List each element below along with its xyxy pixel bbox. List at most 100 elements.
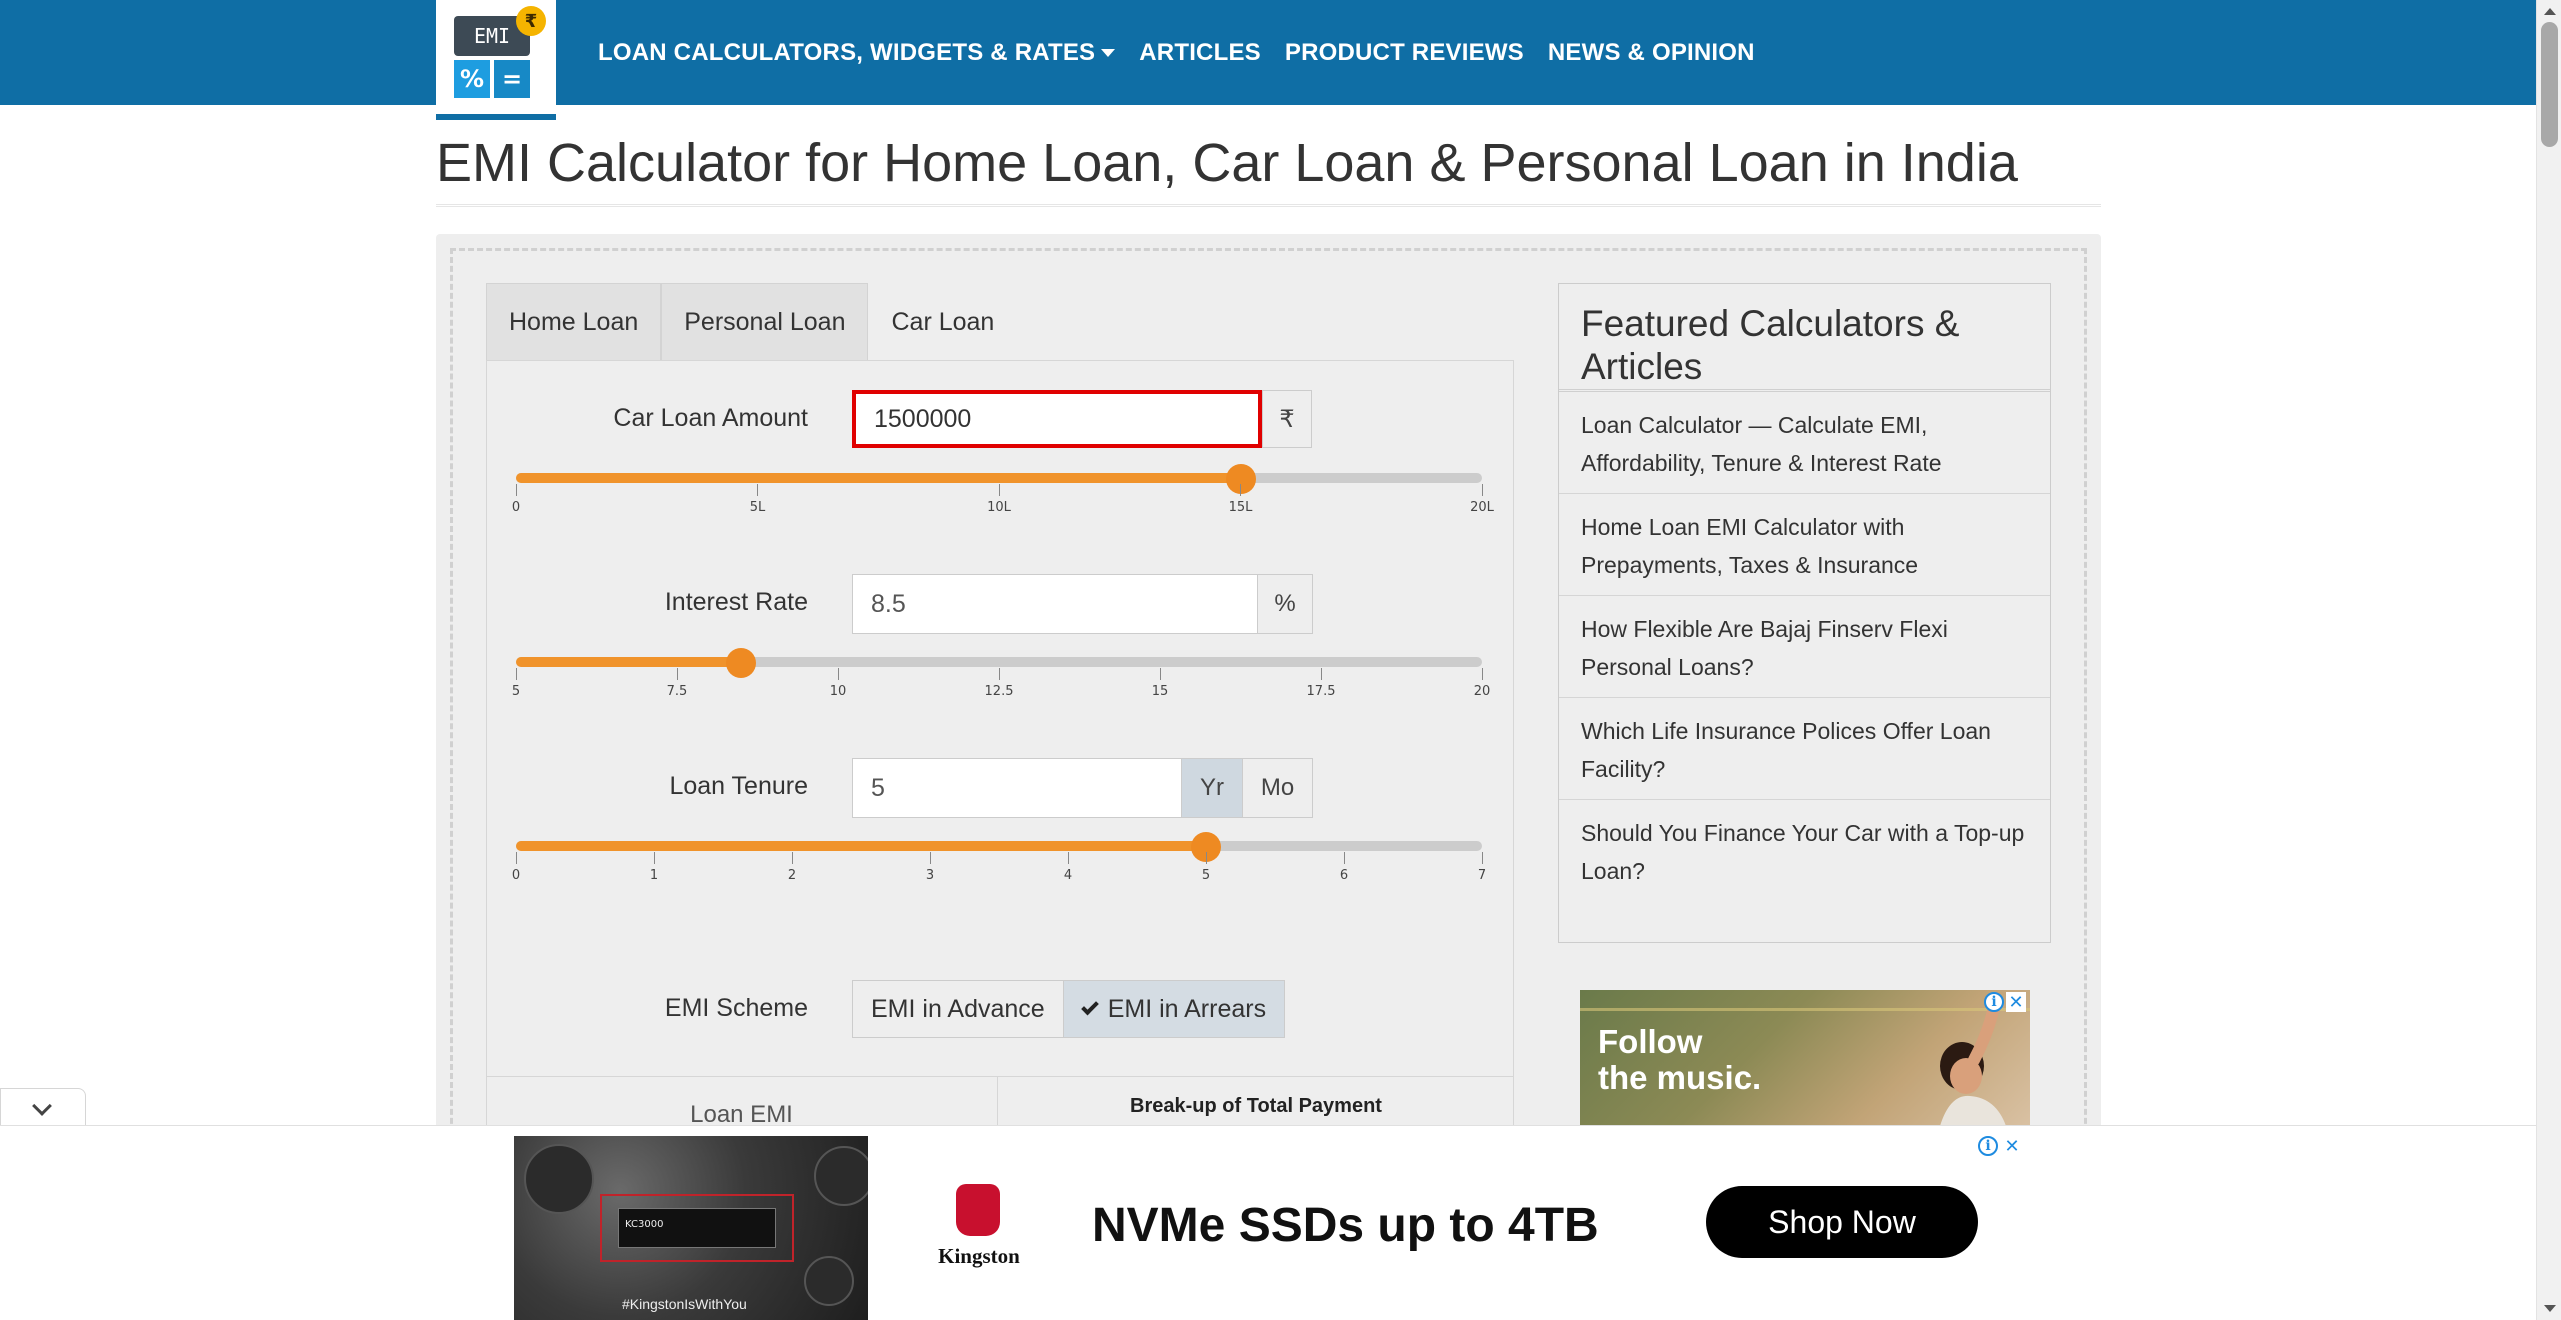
slider-tick-label: 0 bbox=[511, 500, 521, 515]
tenure-month-toggle[interactable]: Mo bbox=[1242, 758, 1313, 818]
slider-tick bbox=[515, 668, 517, 680]
page-scrollbar[interactable] bbox=[2536, 0, 2561, 1320]
ad-collapse-button[interactable] bbox=[0, 1088, 86, 1126]
slider-tick-label: 4 bbox=[1063, 868, 1073, 883]
slider-tick bbox=[1481, 852, 1483, 864]
tab-home-loan[interactable]: Home Loan bbox=[486, 283, 662, 361]
loan-amount-label: Car Loan Amount bbox=[613, 404, 808, 432]
kingston-head-icon bbox=[956, 1184, 1000, 1236]
featured-title: Featured Calculators & Articles bbox=[1559, 284, 2050, 392]
loan-amount-slider[interactable]: 0 5L 10L 15L 20L bbox=[512, 464, 1494, 524]
slider-tick-label: 1 bbox=[649, 868, 659, 883]
ssd-label: KC3000 bbox=[625, 1219, 664, 1230]
featured-link[interactable]: Which Life Insurance Polices Offer Loan … bbox=[1559, 698, 2050, 800]
nav-links: LOAN CALCULATORS, WIDGETS & RATES ARTICL… bbox=[598, 0, 1755, 105]
slider-tick-label: 10 bbox=[829, 684, 847, 699]
scroll-up-arrow-icon[interactable] bbox=[2544, 8, 2556, 15]
slider-tick bbox=[1320, 668, 1322, 680]
rupee-coin-icon: ₹ bbox=[516, 6, 546, 36]
slider-tick bbox=[1481, 668, 1483, 680]
nav-link-calculators-label: LOAN CALCULATORS, WIDGETS & RATES bbox=[598, 38, 1096, 66]
emi-in-arrears-label: EMI in Arrears bbox=[1107, 994, 1267, 1023]
ad-info-icon[interactable]: i bbox=[1978, 1136, 1998, 1156]
emi-in-advance-option[interactable]: EMI in Advance bbox=[852, 980, 1064, 1038]
tab-car-loan[interactable]: Car Loan bbox=[868, 283, 1018, 361]
caret-down-icon bbox=[1101, 48, 1116, 57]
top-navbar: EMI ₹ % = LOAN CALCULATORS, WIDGETS & RA… bbox=[0, 0, 2536, 120]
ad-info-icon[interactable]: i bbox=[1984, 992, 2004, 1012]
slider-fill bbox=[516, 473, 1241, 483]
loan-amount-input[interactable] bbox=[852, 390, 1262, 448]
bottom-advertisement[interactable]: KC3000 #KingstonIsWithYou Kingston NVMe … bbox=[514, 1136, 2022, 1320]
loan-tenure-label: Loan Tenure bbox=[669, 772, 808, 800]
interest-rate-input[interactable] bbox=[852, 574, 1258, 634]
ssd-product-photo: KC3000 #KingstonIsWithYou bbox=[514, 1136, 868, 1320]
slider-tick bbox=[1159, 668, 1161, 680]
slider-tick-label: 2 bbox=[787, 868, 797, 883]
slider-tick-label: 7.5 bbox=[666, 684, 688, 699]
kingston-logo: Kingston bbox=[934, 1184, 1024, 1284]
loan-tenure-input[interactable] bbox=[852, 758, 1182, 818]
decor-puck bbox=[524, 1144, 594, 1214]
slider-tick-label: 17.5 bbox=[1306, 684, 1336, 699]
side-ad-line1: Follow bbox=[1598, 1023, 1703, 1060]
nav-link-articles[interactable]: ARTICLES bbox=[1139, 39, 1261, 67]
slider-tick-label: 10L bbox=[987, 500, 1011, 515]
percent-unit-addon: % bbox=[1257, 574, 1313, 634]
slider-tick bbox=[791, 852, 793, 864]
side-advertisement[interactable]: Follow the music. i ✕ bbox=[1580, 990, 2030, 1126]
kingston-brand-name: Kingston bbox=[938, 1244, 1020, 1268]
slider-tick-label: 20L bbox=[1470, 500, 1494, 515]
slider-tick bbox=[837, 668, 839, 680]
side-ad-controls: i ✕ bbox=[1984, 992, 2026, 1013]
slider-tick bbox=[1481, 484, 1483, 496]
side-ad-line2: the music. bbox=[1598, 1059, 1762, 1096]
slider-tick bbox=[653, 852, 655, 864]
site-logo[interactable]: EMI ₹ % = bbox=[436, 0, 556, 120]
side-ad-headline: Follow the music. bbox=[1598, 1024, 1761, 1096]
featured-link[interactable]: Loan Calculator — Calculate EMI, Afforda… bbox=[1559, 392, 2050, 494]
slider-handle[interactable] bbox=[726, 648, 757, 678]
equals-key-icon: = bbox=[494, 60, 530, 98]
slider-tick-label: 6 bbox=[1339, 868, 1349, 883]
chevron-down-icon bbox=[32, 1096, 52, 1116]
emi-scheme-label: EMI Scheme bbox=[664, 994, 808, 1022]
slider-tick bbox=[1343, 852, 1345, 864]
nav-link-product-reviews[interactable]: PRODUCT REVIEWS bbox=[1285, 39, 1524, 67]
scroll-down-arrow-icon[interactable] bbox=[2544, 1305, 2556, 1312]
ssd-drive: KC3000 bbox=[618, 1208, 776, 1248]
shop-now-button[interactable]: Shop Now bbox=[1706, 1186, 1978, 1258]
ad-close-icon[interactable]: ✕ bbox=[2006, 992, 2026, 1013]
emi-in-arrears-option[interactable]: EMI in Arrears bbox=[1063, 980, 1286, 1038]
slider-tick-label: 3 bbox=[925, 868, 935, 883]
interest-rate-slider[interactable]: 5 7.5 10 12.5 15 17.5 20 bbox=[512, 648, 1490, 708]
ad-close-icon[interactable]: ✕ bbox=[2002, 1136, 2022, 1157]
slider-tick bbox=[929, 852, 931, 864]
bottom-ad-bar: KC3000 #KingstonIsWithYou Kingston NVMe … bbox=[0, 1125, 2536, 1320]
nav-link-calculators[interactable]: LOAN CALCULATORS, WIDGETS & RATES bbox=[598, 38, 1116, 67]
featured-link[interactable]: How Flexible Are Bajaj Finserv Flexi Per… bbox=[1559, 596, 2050, 698]
tab-personal-loan[interactable]: Personal Loan bbox=[661, 283, 869, 361]
loan-tenure-slider[interactable]: 0 1 2 3 4 5 6 7 bbox=[512, 832, 1486, 892]
slider-tick-label: 7 bbox=[1477, 868, 1487, 883]
emi-scheme-toggle: EMI in Advance EMI in Arrears bbox=[852, 980, 1286, 1038]
slider-tick bbox=[676, 668, 678, 680]
slider-tick-label: 0 bbox=[511, 868, 521, 883]
scrollbar-thumb[interactable] bbox=[2541, 22, 2558, 147]
slider-tick bbox=[515, 484, 517, 496]
slider-tick-label: 12.5 bbox=[984, 684, 1014, 699]
featured-sidebar: Featured Calculators & Articles Loan Cal… bbox=[1558, 283, 2051, 943]
featured-link[interactable]: Home Loan EMI Calculator with Prepayment… bbox=[1559, 494, 2050, 596]
slider-tick-label: 15L bbox=[1228, 500, 1253, 515]
slider-tick bbox=[1067, 852, 1069, 864]
decor-puck bbox=[804, 1256, 854, 1306]
decor-puck bbox=[814, 1146, 868, 1206]
bottom-ad-controls: i ✕ bbox=[1978, 1136, 2022, 1157]
slider-tick-label: 5 bbox=[1201, 868, 1211, 883]
tenure-year-toggle[interactable]: Yr bbox=[1181, 758, 1243, 818]
nav-link-news-opinion[interactable]: NEWS & OPINION bbox=[1548, 39, 1755, 67]
slider-tick bbox=[515, 852, 517, 864]
slider-tick-label: 20 bbox=[1473, 684, 1491, 699]
featured-link[interactable]: Should You Finance Your Car with a Top-u… bbox=[1559, 800, 2050, 902]
slider-tick bbox=[1205, 852, 1207, 864]
